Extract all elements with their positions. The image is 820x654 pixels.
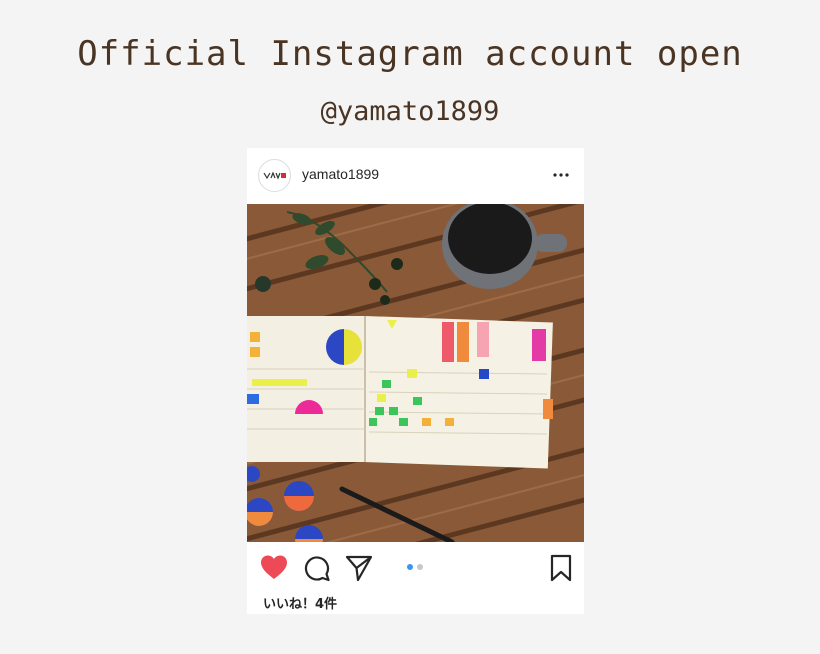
heart-icon[interactable] [260, 554, 288, 582]
bookmark-icon[interactable] [547, 554, 575, 582]
carousel-indicator [407, 564, 427, 570]
more-options-icon[interactable] [552, 167, 570, 183]
post-header: yamato1899 [247, 148, 584, 204]
brand-logo-icon [263, 171, 286, 180]
carousel-dot-active [407, 564, 413, 570]
carousel-dot [417, 564, 423, 570]
account-handle: @yamato1899 [320, 96, 500, 127]
post-photo[interactable] [247, 204, 584, 542]
post-username[interactable]: yamato1899 [302, 166, 379, 182]
likes-count[interactable]: いいね！4件 [263, 593, 337, 612]
page-headline: Official Instagram account open [77, 34, 743, 74]
comment-icon[interactable] [303, 554, 331, 582]
send-icon[interactable] [345, 554, 373, 582]
planner-photo-illustration [247, 204, 584, 542]
profile-avatar[interactable] [258, 159, 291, 192]
post-action-bar [247, 542, 584, 592]
instagram-post-card: yamato1899 いいね！4件 [247, 148, 584, 614]
